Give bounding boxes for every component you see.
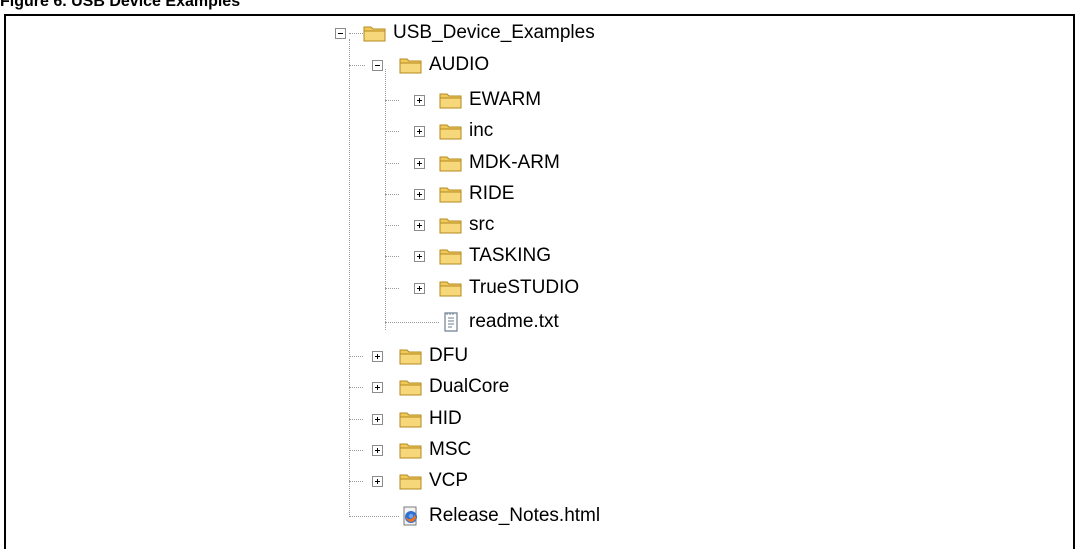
tree-item-label: DualCore xyxy=(429,376,510,397)
tree-line-audio xyxy=(385,69,386,330)
folder-icon xyxy=(439,93,462,109)
tree-line-root-child xyxy=(349,450,363,451)
tree-item-ride[interactable]: RIDE xyxy=(439,183,514,205)
collapse-toggle[interactable] xyxy=(372,60,383,71)
folder-icon xyxy=(439,124,462,140)
tree-line-root-child xyxy=(349,387,363,388)
folder-tree: USB_Device_Examples AUDIO EWARM inc MDK-… xyxy=(0,0,1080,549)
tree-line-root-child xyxy=(349,65,365,66)
tree-item-label: TASKING xyxy=(469,245,551,266)
tree-item-label: MSC xyxy=(429,439,472,460)
tree-item-audio[interactable]: AUDIO xyxy=(399,54,489,76)
tree-item-msc[interactable]: MSC xyxy=(399,439,471,461)
tree-item-truestudio[interactable]: TrueSTUDIO xyxy=(439,277,579,299)
tree-item-tasking[interactable]: TASKING xyxy=(439,245,551,267)
expand-toggle[interactable] xyxy=(414,220,425,231)
folder-icon xyxy=(399,443,422,459)
tree-item-label: MDK-ARM xyxy=(469,152,560,173)
tree-item-inc[interactable]: inc xyxy=(439,120,493,142)
tree-item-ewarm[interactable]: EWARM xyxy=(439,89,541,111)
tree-line-root-stub xyxy=(349,33,363,34)
collapse-toggle[interactable] xyxy=(335,28,346,39)
folder-icon xyxy=(439,156,462,172)
tree-line-audio-child xyxy=(385,100,399,101)
tree-item-usb-device-examples[interactable]: USB_Device_Examples xyxy=(363,22,595,44)
tree-item-label: src xyxy=(469,214,495,235)
tree-item-label: DFU xyxy=(429,345,469,366)
folder-icon xyxy=(439,281,462,297)
tree-item-label: Release_Notes.html xyxy=(429,505,601,526)
tree-line-root-child xyxy=(349,356,363,357)
tree-item-label: HID xyxy=(429,408,462,429)
expand-toggle[interactable] xyxy=(414,189,425,200)
folder-icon xyxy=(399,474,422,490)
firefox-html-icon xyxy=(403,506,417,526)
expand-toggle[interactable] xyxy=(372,414,383,425)
expand-toggle[interactable] xyxy=(414,251,425,262)
tree-item-label: EWARM xyxy=(469,89,542,110)
folder-icon xyxy=(363,26,386,42)
tree-item-readme[interactable]: readme.txt xyxy=(439,311,559,333)
folder-icon xyxy=(439,218,462,234)
expand-toggle[interactable] xyxy=(372,476,383,487)
tree-line-audio-child xyxy=(385,194,399,195)
tree-item-label: readme.txt xyxy=(469,311,559,332)
tree-line-audio-child xyxy=(385,163,399,164)
tree-item-mdk-arm[interactable]: MDK-ARM xyxy=(439,152,560,174)
tree-item-label: USB_Device_Examples xyxy=(393,22,595,43)
expand-toggle[interactable] xyxy=(372,382,383,393)
tree-line-root-child xyxy=(349,516,399,517)
folder-icon xyxy=(439,187,462,203)
expand-toggle[interactable] xyxy=(372,351,383,362)
expand-toggle[interactable] xyxy=(372,445,383,456)
tree-item-release-notes[interactable]: Release_Notes.html xyxy=(399,505,600,527)
tree-line-root xyxy=(349,39,350,517)
tree-item-label: AUDIO xyxy=(429,54,490,75)
expand-toggle[interactable] xyxy=(414,126,425,137)
tree-item-label: TrueSTUDIO xyxy=(469,277,580,298)
tree-line-audio-child xyxy=(385,225,399,226)
tree-item-label: VCP xyxy=(429,470,469,491)
folder-icon xyxy=(399,58,422,74)
tree-item-src[interactable]: src xyxy=(439,214,494,236)
folder-icon xyxy=(399,349,422,365)
tree-item-dfu[interactable]: DFU xyxy=(399,345,468,367)
tree-line-audio-child xyxy=(385,288,399,289)
tree-item-label: inc xyxy=(469,120,494,141)
tree-item-label: RIDE xyxy=(469,183,515,204)
expand-toggle[interactable] xyxy=(414,158,425,169)
folder-icon xyxy=(399,380,422,396)
tree-line-root-child xyxy=(349,481,363,482)
tree-item-dualcore[interactable]: DualCore xyxy=(399,376,509,398)
folder-icon xyxy=(399,412,422,428)
tree-item-hid[interactable]: HID xyxy=(399,408,462,430)
page: Figure 6. USB Device Examples USB_Device xyxy=(0,0,1080,549)
expand-toggle[interactable] xyxy=(414,283,425,294)
tree-line-audio-child xyxy=(385,256,399,257)
tree-line-root-child xyxy=(349,419,363,420)
tree-line-audio-child xyxy=(385,131,399,132)
tree-item-vcp[interactable]: VCP xyxy=(399,470,468,492)
expand-toggle[interactable] xyxy=(414,95,425,106)
text-file-icon xyxy=(444,312,458,332)
tree-line-audio-child xyxy=(385,322,439,323)
folder-icon xyxy=(439,249,462,265)
